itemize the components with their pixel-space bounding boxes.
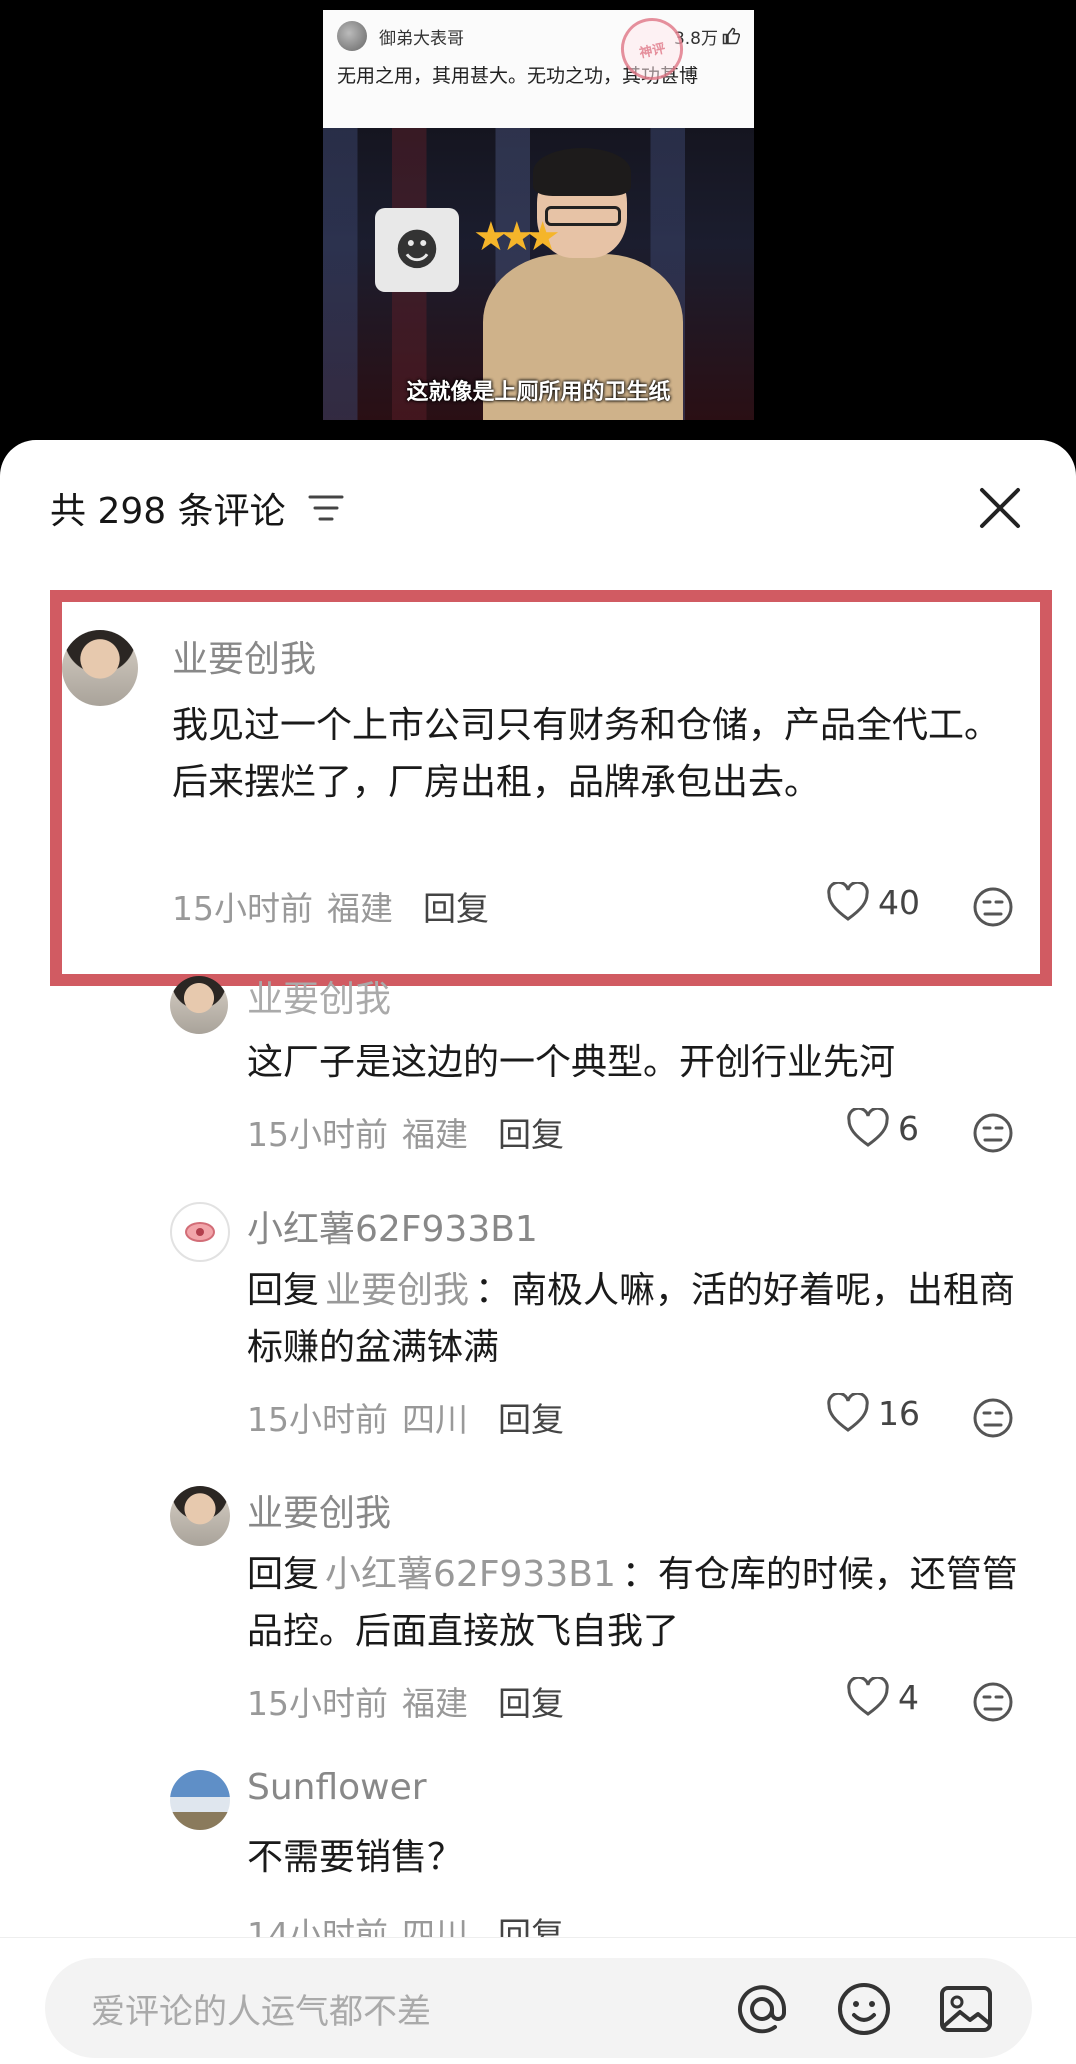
avatar[interactable] bbox=[170, 976, 228, 1034]
reply-to-username[interactable]: 小红薯62F933B1 bbox=[325, 1554, 616, 1595]
comment-username[interactable]: 业要创我 bbox=[247, 1484, 391, 1536]
comment-sheet-header: 共 298 条评论 bbox=[0, 440, 1076, 570]
at-icon[interactable] bbox=[733, 1980, 791, 2038]
avatar[interactable] bbox=[170, 1202, 230, 1262]
comment-input-placeholder: 爱评论的人运气都不差 bbox=[91, 1992, 431, 2032]
comment-time: 15小时前 bbox=[247, 1684, 388, 1723]
comment-username[interactable]: 业要创我 bbox=[247, 970, 391, 1022]
like-count: 4 bbox=[898, 1677, 919, 1717]
avatar[interactable] bbox=[170, 1486, 230, 1546]
comment-input-bar: 爱评论的人运气都不差 bbox=[0, 1937, 1076, 2064]
comment-time: 15小时前 bbox=[247, 1115, 388, 1154]
like-button[interactable]: 4 bbox=[846, 1677, 919, 1717]
reply-button[interactable]: 回复 bbox=[498, 1677, 564, 1725]
comment-location: 福建 bbox=[402, 1115, 468, 1154]
highlight-box bbox=[50, 590, 1052, 986]
reply-prefix: 回复 bbox=[247, 1554, 320, 1595]
comment-time: 15小时前 bbox=[247, 1400, 388, 1439]
pinned-avatar bbox=[337, 21, 367, 51]
comment-meta: 15小时前 四川 回复 bbox=[247, 1393, 564, 1441]
comment-text: 这厂子是这边的一个典型。开创行业先河 bbox=[247, 1042, 896, 1083]
dislike-icon[interactable] bbox=[972, 1681, 1014, 1723]
comment-username[interactable]: 小红薯62F933B1 bbox=[247, 1200, 538, 1252]
comment-text: 不需要销售？ bbox=[247, 1837, 464, 1878]
comment-sheet: 共 298 条评论 业要创我 我见过一个上市公司只有财务和仓储，产品全代工。后来… bbox=[0, 440, 1076, 2064]
pinned-comment-text: 无用之用，其用甚大。无功之功，其功甚博 bbox=[337, 65, 699, 87]
heart-icon bbox=[847, 1677, 889, 1716]
comment-location: 四川 bbox=[402, 1400, 468, 1439]
meme-sticker: ☻ bbox=[375, 208, 459, 292]
pinned-likes: 3.8万 bbox=[674, 24, 740, 49]
comment-text: 回复 业要创我 ：南极人嘛，活的好着呢，出租商标赚的盆满钵满 bbox=[247, 1262, 1037, 1376]
video-frame[interactable]: 御弟大表哥 3.8万 神评 无用之用，其用甚大。无功之功，其功甚博 ☻ ★★★ … bbox=[323, 10, 754, 420]
video-subtitle: 这就像是上厕所用的卫生纸 bbox=[406, 379, 671, 405]
heart-icon bbox=[827, 1393, 869, 1432]
reply-button[interactable]: 回复 bbox=[498, 1108, 564, 1156]
comment-meta: 15小时前 福建 回复 bbox=[247, 1108, 564, 1156]
comment-location: 福建 bbox=[402, 1684, 468, 1723]
like-button[interactable]: 6 bbox=[846, 1108, 919, 1148]
image-icon[interactable] bbox=[937, 1980, 995, 2038]
close-icon[interactable] bbox=[972, 480, 1028, 536]
avatar[interactable] bbox=[170, 1770, 230, 1830]
dislike-icon[interactable] bbox=[972, 1397, 1014, 1439]
sort-icon[interactable] bbox=[308, 492, 344, 524]
heart-icon bbox=[847, 1108, 889, 1147]
reply-prefix: 回复 bbox=[247, 1270, 320, 1311]
thumb-up-icon bbox=[722, 27, 740, 45]
like-button[interactable]: 16 bbox=[826, 1393, 920, 1433]
comment-count-title: 共 298 条评论 bbox=[50, 491, 286, 532]
dislike-icon[interactable] bbox=[972, 1112, 1014, 1154]
video-area[interactable]: 御弟大表哥 3.8万 神评 无用之用，其用甚大。无功之功，其功甚博 ☻ ★★★ … bbox=[0, 0, 1076, 440]
like-count: 16 bbox=[878, 1393, 920, 1433]
comment-input[interactable]: 爱评论的人运气都不差 bbox=[45, 1958, 1032, 2058]
reply-to-username[interactable]: 业要创我 bbox=[325, 1270, 469, 1311]
star-sticker-icon: ★★★ bbox=[473, 214, 561, 260]
video-stage: ☻ ★★★ 这就像是上厕所用的卫生纸 bbox=[323, 128, 754, 420]
pinned-comment-card: 御弟大表哥 3.8万 神评 无用之用，其用甚大。无功之功，其功甚博 bbox=[323, 10, 754, 128]
like-count: 6 bbox=[898, 1108, 919, 1148]
reply-button[interactable]: 回复 bbox=[498, 1393, 564, 1441]
emoji-icon[interactable] bbox=[835, 1980, 893, 2038]
comment-meta: 15小时前 福建 回复 bbox=[247, 1677, 564, 1725]
comment-text: 回复 小红薯62F933B1 ：有仓库的时候，还管管品控。后面直接放飞自我了 bbox=[247, 1546, 1047, 1660]
comment-username[interactable]: Sunflower bbox=[247, 1767, 427, 1808]
